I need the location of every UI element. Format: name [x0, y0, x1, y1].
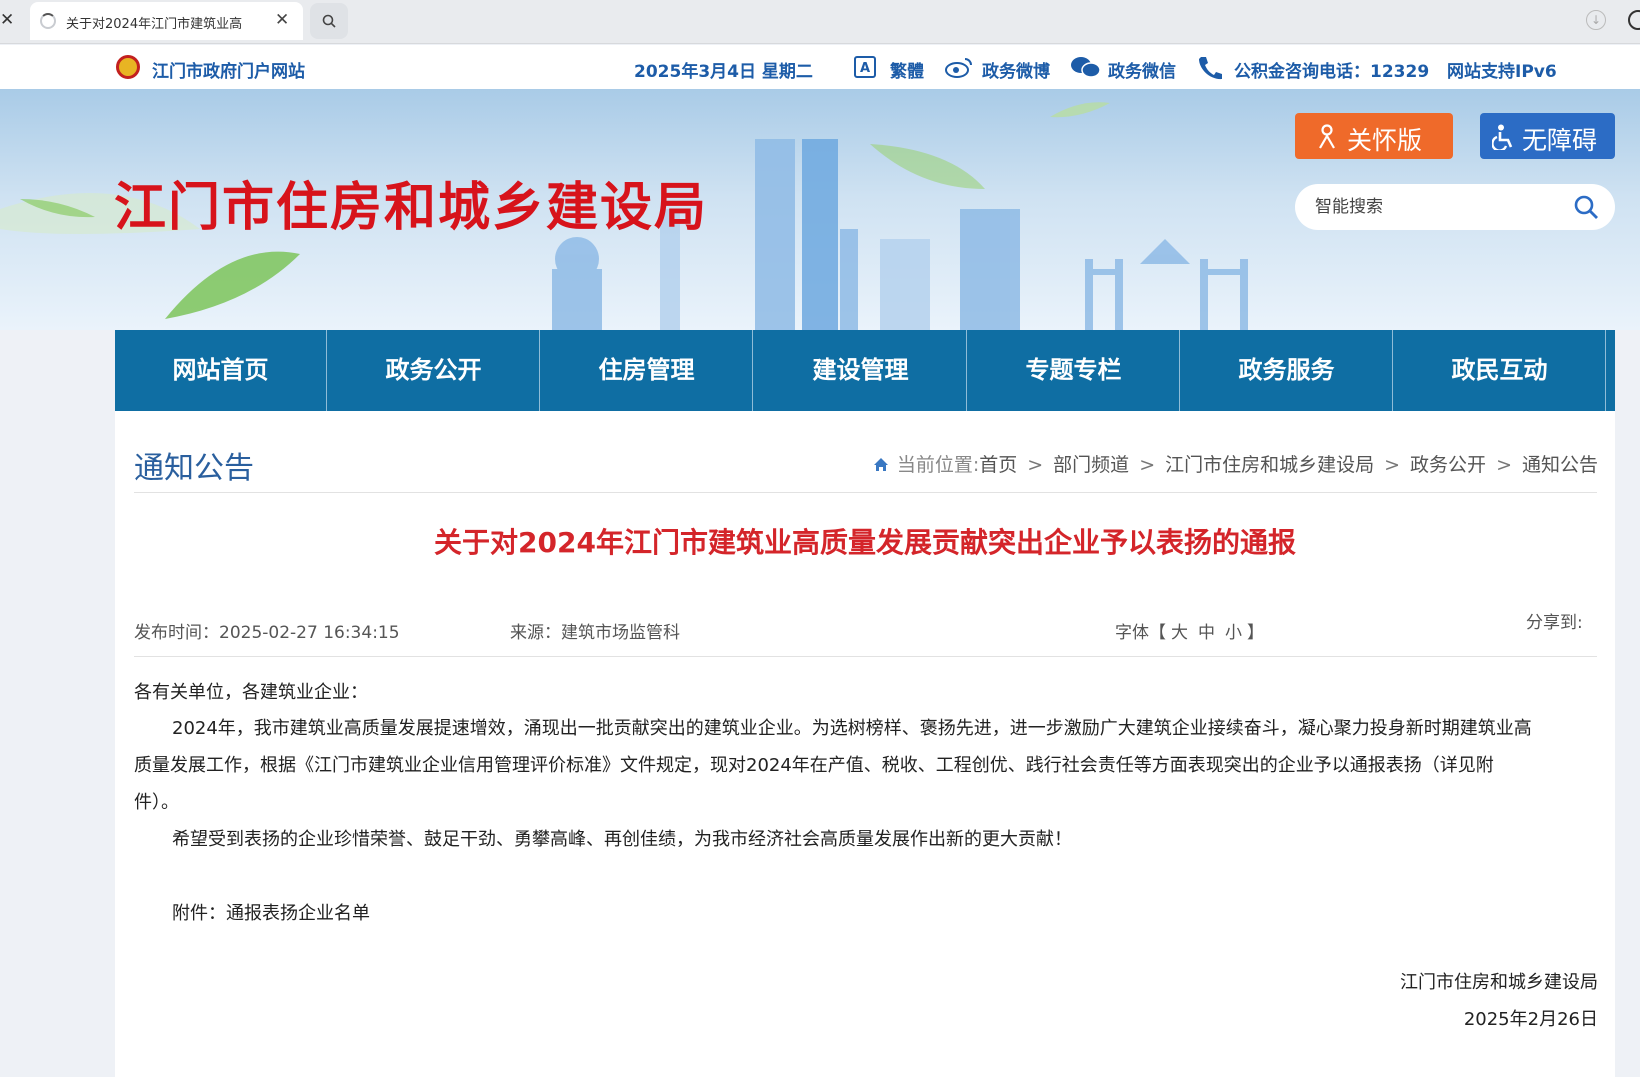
wechat-icon: [1071, 57, 1101, 78]
top-info-bar: 江门市政府门户网站 2025年3月4日 星期二 A 繁體 政务微博 政务微信 公…: [0, 45, 1640, 89]
traditional-chinese-link[interactable]: 繁體: [890, 57, 924, 82]
font-small-option[interactable]: 小: [1225, 623, 1242, 643]
gov-portal-link[interactable]: 江门市政府门户网站: [152, 57, 305, 82]
breadcrumb-separator: >: [1384, 454, 1401, 476]
globe-icon[interactable]: [1628, 10, 1640, 30]
greeting: 各有关单位，各建筑业企业：: [134, 682, 368, 703]
care-icon: [1319, 124, 1335, 149]
weibo-icon: [945, 58, 972, 78]
gov-wechat-link[interactable]: 政务微信: [1108, 57, 1176, 82]
main-nav: 网站首页 政务公开 住房管理 建设管理 专题专栏 政务服务 政民互动: [115, 330, 1615, 411]
care-mode-label: 关怀版: [1347, 126, 1423, 155]
accessibility-button[interactable]: 无障碍: [1480, 113, 1615, 159]
signature-date: 2025年2月26日: [1463, 1009, 1598, 1030]
nav-gov-services[interactable]: 政务服务: [1181, 330, 1393, 411]
search-icon: [322, 14, 336, 28]
current-date: 2025年3月4日 星期二: [634, 62, 813, 82]
breadcrumb-separator: >: [1496, 454, 1512, 476]
search-icon[interactable]: [1573, 194, 1599, 220]
loading-icon: [40, 13, 56, 29]
breadcrumb-gov-affairs[interactable]: 政务公开: [1410, 454, 1486, 476]
breadcrumb-dept-channel[interactable]: 部门频道: [1053, 454, 1129, 476]
gov-weibo-link[interactable]: 政务微博: [982, 57, 1050, 82]
tab-search-button[interactable]: [310, 3, 348, 39]
tab-title: 关于对2024年江门市建筑业高: [66, 17, 243, 32]
article-title: 关于对2024年江门市建筑业高质量发展贡献突出企业予以表扬的通报: [434, 526, 1296, 559]
close-tab-icon[interactable]: ✕: [275, 10, 289, 30]
nav-gov-affairs[interactable]: 政务公开: [328, 330, 540, 411]
nav-home[interactable]: 网站首页: [115, 330, 327, 411]
article-source: 来源：建筑市场监管科: [510, 623, 680, 643]
download-icon[interactable]: ↓: [1586, 10, 1606, 30]
font-size-label: 字体【: [1115, 623, 1166, 643]
wheelchair-icon: [1492, 124, 1513, 150]
nav-special-topics[interactable]: 专题专栏: [968, 330, 1180, 411]
paragraph-1-line-3: 件）。: [134, 792, 179, 813]
breadcrumb-separator: >: [1027, 454, 1044, 476]
nav-interaction[interactable]: 政民互动: [1394, 330, 1606, 411]
national-emblem-icon: [116, 55, 140, 79]
hotline-text: 公积金咨询电话：12329: [1234, 62, 1430, 82]
breadcrumb-notices[interactable]: 通知公告: [1522, 454, 1598, 476]
section-divider: [134, 492, 1597, 493]
attachment-link[interactable]: 附件：通报表扬企业名单: [134, 895, 370, 932]
paragraph-2: 希望受到表扬的企业珍惜荣誉、鼓足干劲、勇攀高峰、再创佳绩，为我市经济社会高质量发…: [172, 829, 1072, 850]
ipv6-badge: 网站支持IPv6: [1447, 62, 1557, 82]
paragraph-1-line-1: 2024年，我市建筑业高质量发展提速增效，涌现出一批贡献突出的建筑业企业。为选树…: [172, 718, 1532, 739]
content-panel: 通知公告 当前位置:首页 > 部门频道 > 江门市住房和城乡建设局 > 政务公开 > 通知公告 …: [115, 411, 1615, 1077]
font-medium-option[interactable]: 中: [1198, 623, 1215, 643]
traditional-chinese-icon: A: [854, 56, 876, 78]
share-label: 分享到:: [1526, 613, 1583, 633]
meta-divider: [134, 656, 1597, 657]
site-title: 江门市住房和城乡建设局: [114, 178, 709, 238]
breadcrumb-bureau[interactable]: 江门市住房和城乡建设局: [1165, 454, 1374, 476]
breadcrumb-home[interactable]: 首页: [979, 454, 1017, 476]
section-title: 通知公告: [134, 451, 254, 486]
breadcrumb-prefix: 当前位置:: [896, 454, 980, 476]
browser-tab[interactable]: 关于对2024年江门市建筑业高 ✕: [30, 2, 303, 40]
font-size-selector: 字体【大中小】: [1115, 618, 1264, 643]
site-search: [1295, 184, 1615, 230]
breadcrumb: 当前位置:首页 > 部门频道 > 江门市住房和城乡建设局 > 政务公开 > 通知公告: [873, 450, 1598, 477]
phone-icon: [1199, 57, 1222, 80]
home-icon: [873, 458, 888, 471]
svg-text:A: A: [860, 61, 870, 76]
browser-chrome: ✕ 关于对2024年江门市建筑业高 ✕ ↓: [0, 0, 1640, 44]
font-large-option[interactable]: 大: [1171, 623, 1188, 643]
header-banner: 江门市住房和城乡建设局 关怀版 无障碍: [0, 89, 1640, 330]
nav-construction[interactable]: 建设管理: [755, 330, 967, 411]
accessibility-label: 无障碍: [1522, 126, 1598, 155]
paragraph-1-line-2: 质量发展工作，根据《江门市建筑业企业信用管理评价标准》文件规定，现对2024年在…: [134, 755, 1494, 776]
publish-time: 发布时间：2025-02-27 16:34:15: [134, 623, 400, 643]
signature-org: 江门市住房和城乡建设局: [1400, 972, 1598, 993]
breadcrumb-separator: >: [1139, 454, 1156, 476]
font-size-bracket: 】: [1247, 623, 1264, 643]
close-window-icon[interactable]: ✕: [0, 10, 14, 30]
nav-housing[interactable]: 住房管理: [541, 330, 753, 411]
search-input[interactable]: [1315, 196, 1555, 218]
care-mode-button[interactable]: 关怀版: [1295, 113, 1453, 159]
